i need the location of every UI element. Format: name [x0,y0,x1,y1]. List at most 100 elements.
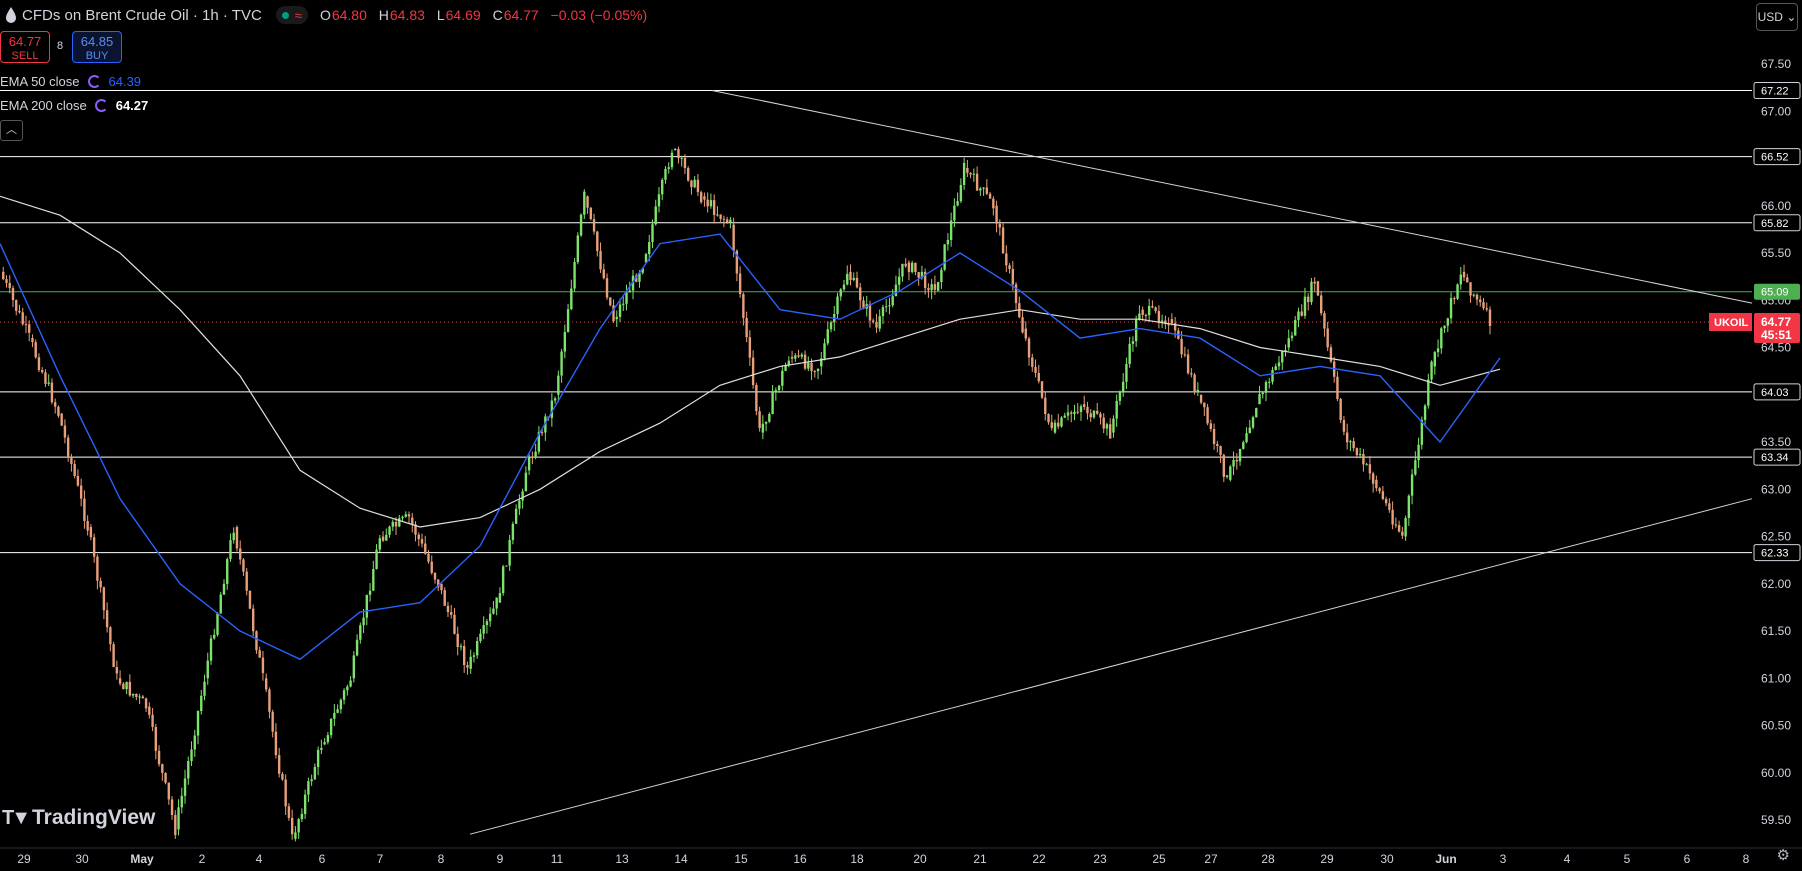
currency-select[interactable]: USD ⌄ [1756,3,1798,31]
candle-body [310,779,313,782]
candle-body [790,356,794,359]
candle-body [846,273,849,285]
candle-body [362,617,365,626]
candle-body [187,761,190,779]
candle-body [349,680,352,687]
candle-body [761,423,765,433]
candle-body [917,272,920,278]
y-tick-label: 61.00 [1761,671,1791,685]
candle-body [1118,391,1122,401]
candle-body [1339,398,1342,421]
candle-body [1381,491,1385,500]
candle-body [8,283,11,289]
candle-body [28,324,31,333]
candle-body [213,634,216,639]
ema50-line[interactable] [0,233,1501,661]
candle-body [1134,319,1138,342]
candle-body [420,539,424,544]
candle-body [813,371,816,373]
candle-body [193,735,196,750]
candle-body [810,362,813,372]
sell-button[interactable]: 64.77 SELL [0,31,50,63]
buy-label: BUY [85,50,109,62]
candle-body [566,309,570,333]
candle-body [1232,459,1235,467]
indicator-ema50[interactable]: EMA 50 close 64.39 [0,71,141,91]
candle-body [1255,408,1258,418]
candle-body [264,678,268,690]
candle-body [21,312,24,325]
logo-text: TradingView [32,806,156,829]
candle-body [1482,302,1485,309]
candle-body [1401,531,1404,536]
candle-body [79,485,83,499]
candle-body [826,329,829,344]
candle-body [664,168,667,180]
candle-body [1446,318,1449,326]
candle-body [235,527,239,549]
candle-body [388,526,391,535]
candle-body [417,534,420,540]
candle-body [206,660,209,679]
candle-body [258,650,261,658]
candle-body [1268,381,1271,383]
y-tick-label: 60.50 [1761,719,1791,733]
candle-body [768,413,771,422]
candle-body [1440,328,1443,349]
candle-body [475,641,479,656]
candle-body [161,764,164,773]
x-tick-label: 4 [1564,852,1571,866]
candle-body [1235,459,1238,462]
candle-body [37,357,41,371]
candle-body [774,390,778,393]
candle-body [852,277,855,280]
buy-button[interactable]: 64.85 BUY [72,31,122,63]
ohlc-readout: O64.80 H64.83 L64.69 C64.77 −0.03 (−0.05… [319,7,648,23]
candle-body [177,807,180,830]
candle-body [1307,296,1310,303]
candle-body [148,706,151,715]
chart-header: CFDs on Brent Crude Oil · 1h · TVC ≈ O64… [0,0,655,30]
candle-body [495,597,498,609]
candle-body [1258,394,1261,405]
collapse-legend-button[interactable]: ︿ [0,120,23,141]
candle-body [18,310,21,313]
candle-body [216,613,219,635]
candle-body [1044,397,1047,415]
candle-body [1057,422,1060,427]
candle-body [1031,357,1034,367]
candlestick-series [2,146,1492,842]
candle-body [888,305,891,307]
candle-body [505,565,508,567]
trendline-ascending[interactable] [469,498,1753,835]
candle-body [755,385,758,412]
candle-body [326,735,330,743]
symbol-title[interactable]: CFDs on Brent Crude Oil · 1h · TVC [22,7,262,24]
candle-body [709,200,713,207]
candle-body [1027,338,1031,358]
x-tick-label: 23 [1093,852,1107,866]
candle-body [154,727,158,751]
market-status-badge[interactable]: ≈ [275,6,308,24]
candle-body [174,814,177,836]
candle-body [440,583,443,591]
candle-body [1342,420,1346,432]
y-tick-label: 63.00 [1761,482,1791,496]
tradingview-logo[interactable]: T▼ TradingView [2,806,155,830]
candle-body [352,655,356,679]
candle-body [401,516,404,519]
candle-body [203,681,206,696]
candle-body [823,343,826,359]
indicator-ema200[interactable]: EMA 200 close 64.27 [0,95,148,115]
candle-body [226,559,229,584]
candle-body [531,456,534,458]
price-chart[interactable]: 59.50 60.00 60.50 61.00 61.50 62.00 62.50 63.00… [0,0,1802,871]
candle-body [1329,347,1333,362]
trendline-descending[interactable] [711,89,1753,304]
gear-icon[interactable]: ⚙ [1777,846,1790,864]
candle-body [1313,281,1316,284]
candle-body [855,277,859,288]
x-tick-label: 8 [438,852,445,866]
x-tick-label: 15 [734,852,748,866]
candle-body [1394,524,1398,526]
